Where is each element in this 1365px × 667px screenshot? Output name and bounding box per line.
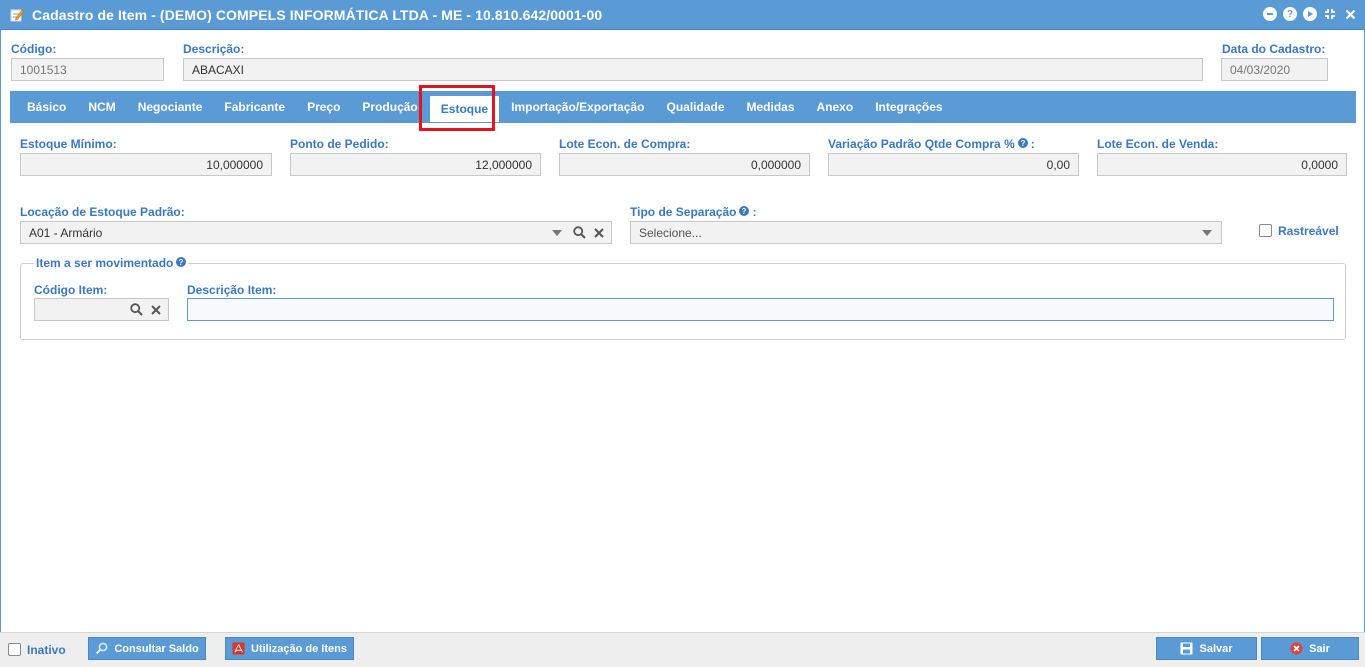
tipo-separacao-placeholder: Selecione...	[639, 225, 702, 240]
edit-form-icon	[10, 8, 24, 22]
tab-bar: Básico NCM Negociante Fabricante Preço P…	[10, 91, 1356, 123]
estoque-minimo-label: Estoque Mínimo:	[20, 137, 117, 151]
chevron-down-icon[interactable]	[1199, 225, 1215, 241]
descricao-field[interactable]: ABACAXI	[183, 58, 1203, 81]
tab-medidas[interactable]: Medidas	[736, 91, 806, 123]
inativo-checkbox[interactable]	[8, 643, 21, 656]
lote-venda-label: Lote Econ. de Venda:	[1097, 137, 1219, 151]
help-icon[interactable]: ?	[1283, 7, 1297, 21]
salvar-label: Salvar	[1199, 642, 1233, 655]
window-title: Cadastro de Item - (DEMO) COMPELS INFORM…	[32, 6, 603, 23]
chevron-down-icon[interactable]	[549, 225, 565, 241]
tab-negociante[interactable]: Negociante	[127, 91, 214, 123]
ponto-pedido-field[interactable]: 12,000000	[290, 153, 541, 176]
tab-preco[interactable]: Preço	[296, 91, 351, 123]
collapse-icon[interactable]	[1323, 7, 1337, 21]
descricao-item-label: Descrição Item:	[187, 283, 277, 297]
exit-icon	[1290, 642, 1303, 655]
info-icon[interactable]: ?	[176, 256, 187, 270]
salvar-button[interactable]: Salvar	[1156, 637, 1257, 660]
tipo-separacao-label: Tipo de Separação	[630, 205, 737, 219]
descricao-item-field[interactable]	[187, 298, 1334, 321]
search-icon[interactable]	[128, 302, 144, 318]
item-movimentado-legend: Item a ser movimentado ?	[34, 256, 189, 270]
variacao-field[interactable]: 0,00	[828, 153, 1079, 176]
pdf-icon	[232, 642, 245, 655]
codigo-label: Código:	[11, 42, 57, 56]
svg-text:?: ?	[179, 258, 184, 267]
tipo-separacao-label-suffix: :	[752, 205, 757, 219]
magnifier-icon	[95, 642, 108, 655]
consultar-saldo-button[interactable]: Consultar Saldo	[88, 637, 206, 660]
inativo-label: Inativo	[27, 643, 66, 657]
consultar-saldo-label: Consultar Saldo	[114, 642, 199, 655]
rastreavel-label: Rastreável	[1278, 224, 1339, 238]
tab-qualidade[interactable]: Qualidade	[655, 91, 735, 123]
variacao-label-group: Variação Padrão Qtde Compra % ? :	[828, 137, 1035, 151]
save-icon	[1180, 642, 1193, 655]
tab-integracoes[interactable]: Integrações	[864, 91, 953, 123]
descricao-label: Descrição:	[183, 42, 245, 56]
close-icon[interactable]	[1343, 7, 1357, 21]
info-icon[interactable]: ?	[739, 205, 750, 219]
locacao-value: A01 - Armário	[29, 225, 103, 240]
sair-label: Sair	[1309, 642, 1330, 655]
svg-text:?: ?	[742, 207, 747, 216]
window-titlebar: Cadastro de Item - (DEMO) COMPELS INFORM…	[0, 0, 1365, 30]
tab-producao[interactable]: Produção	[351, 91, 428, 123]
tipo-separacao-label-group: Tipo de Separação ? :	[630, 205, 756, 219]
clear-icon[interactable]	[148, 302, 164, 318]
info-icon[interactable]: ?	[1017, 137, 1028, 151]
tipo-separacao-select[interactable]: Selecione...	[630, 221, 1222, 244]
item-movimentado-title: Item a ser movimentado	[36, 256, 174, 270]
lote-compra-field[interactable]: 0,000000	[559, 153, 810, 176]
play-icon[interactable]	[1303, 7, 1317, 21]
tab-ncm[interactable]: NCM	[77, 91, 126, 123]
window-border-left	[0, 30, 1, 667]
utilizacao-itens-button[interactable]: Utilização de Itens	[225, 637, 354, 660]
active-tab-highlight	[419, 85, 495, 131]
ponto-pedido-label: Ponto de Pedido:	[290, 137, 389, 151]
sair-button[interactable]: Sair	[1261, 637, 1359, 660]
codigo-field[interactable]: 1001513	[11, 58, 164, 81]
rastreavel-checkbox[interactable]	[1259, 224, 1272, 237]
lote-compra-label: Lote Econ. de Compra:	[559, 137, 691, 151]
data-cadastro-field[interactable]: 04/03/2020	[1221, 58, 1328, 81]
tab-basico[interactable]: Básico	[16, 91, 77, 123]
tab-fabricante[interactable]: Fabricante	[213, 91, 296, 123]
tab-anexo[interactable]: Anexo	[806, 91, 865, 123]
data-cadastro-label: Data do Cadastro:	[1222, 42, 1326, 56]
variacao-label-suffix: :	[1030, 137, 1035, 151]
tab-importacao-exportacao[interactable]: Importação/Exportação	[500, 91, 655, 123]
locacao-label: Locação de Estoque Padrão:	[20, 205, 185, 219]
clear-icon[interactable]	[591, 225, 607, 241]
lote-venda-field[interactable]: 0,0000	[1097, 153, 1347, 176]
codigo-item-field[interactable]	[34, 298, 169, 321]
locacao-select[interactable]: A01 - Armário	[20, 221, 612, 244]
search-icon[interactable]	[571, 225, 587, 241]
utilizacao-itens-label: Utilização de Itens	[251, 642, 347, 655]
variacao-label: Variação Padrão Qtde Compra %	[828, 137, 1015, 151]
svg-text:?: ?	[1020, 139, 1025, 148]
estoque-minimo-field[interactable]: 10,000000	[20, 153, 272, 176]
minimize-icon[interactable]	[1263, 7, 1277, 21]
codigo-item-label: Código Item:	[34, 283, 108, 297]
